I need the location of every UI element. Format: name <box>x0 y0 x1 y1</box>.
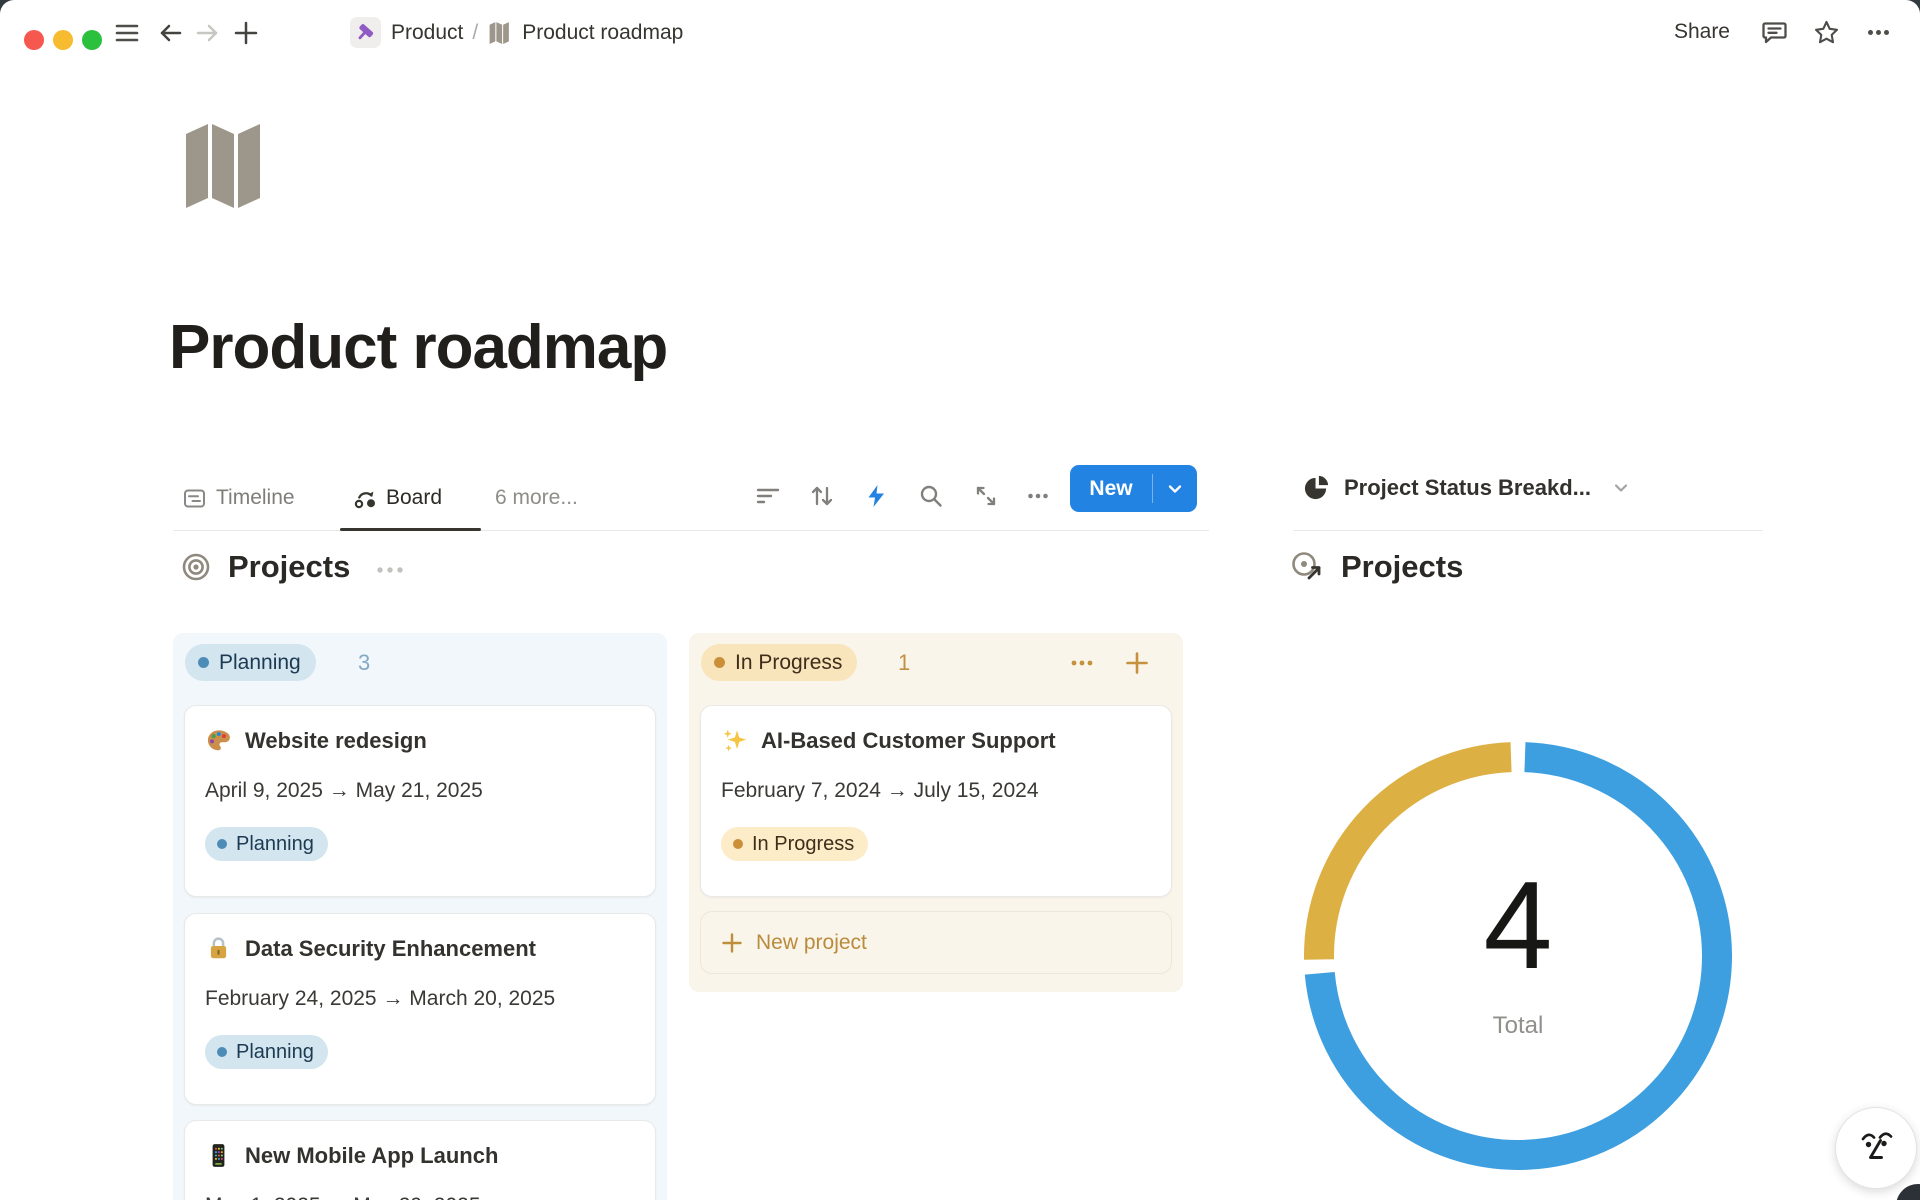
column-planning-count: 3 <box>358 650 370 676</box>
tab-timeline-label: Timeline <box>216 486 295 510</box>
status-tag: In Progress <box>721 827 868 861</box>
card-title: Data Security Enhancement <box>245 936 536 962</box>
card-dates: February 24, 2025 → March 20, 2025 <box>205 987 635 1011</box>
breadcrumb-workspace-label[interactable]: Product <box>391 21 463 45</box>
view-options-ellipsis-icon[interactable] <box>1025 483 1051 509</box>
chart-section-heading: Projects <box>1290 549 1463 585</box>
sidebar-toggle-icon[interactable] <box>114 20 140 46</box>
desktop: Product / Product roadmap Share Product … <box>0 0 1920 1200</box>
section-options-ellipsis-icon[interactable] <box>375 564 409 576</box>
hammer-icon <box>355 22 377 44</box>
new-button[interactable]: New <box>1070 477 1152 501</box>
card-title: New Mobile App Launch <box>245 1143 498 1169</box>
search-icon[interactable] <box>918 483 944 509</box>
breadcrumb-page-label[interactable]: Product roadmap <box>522 21 683 45</box>
column-in-progress-header[interactable]: In Progress <box>701 644 857 681</box>
back-arrow-icon[interactable] <box>158 20 184 46</box>
new-button-group: New <box>1070 465 1197 512</box>
breadcrumb: Product / Product roadmap <box>350 17 683 48</box>
more-options-icon[interactable] <box>1865 19 1892 46</box>
sparkles-icon <box>721 727 748 754</box>
status-tag-label: Planning <box>236 833 314 856</box>
share-button[interactable]: Share <box>1668 17 1736 47</box>
new-project-button[interactable]: New project <box>700 911 1172 974</box>
map-icon <box>487 20 512 45</box>
card-dates: May 1, 2025 → May 29, 2025 <box>205 1194 635 1200</box>
board-section-heading: Projects <box>181 549 409 585</box>
card-new-mobile-app-launch[interactable]: New Mobile App Launch May 1, 2025 → May … <box>184 1120 656 1200</box>
chart-view-title: Project Status Breakd... <box>1344 475 1591 501</box>
expand-icon[interactable] <box>973 483 999 509</box>
chevron-down-icon <box>1166 480 1184 498</box>
close-window-button[interactable] <box>24 30 44 50</box>
card-dates: April 9, 2025 → May 21, 2025 <box>205 779 635 803</box>
mobile-phone-icon <box>205 1142 232 1169</box>
status-tag-label: Planning <box>236 1041 314 1064</box>
board-section-title: Projects <box>228 549 350 585</box>
status-dot <box>217 1047 227 1057</box>
window-controls <box>24 30 102 50</box>
plus-icon <box>721 932 743 954</box>
page-map-icon[interactable] <box>176 116 272 212</box>
lock-icon <box>205 935 232 962</box>
status-dot <box>198 657 209 668</box>
card-ai-based-customer-support[interactable]: AI-Based Customer Support February 7, 20… <box>700 705 1172 897</box>
board-icon <box>353 487 376 510</box>
status-dot <box>714 657 725 668</box>
new-project-label: New project <box>756 931 867 955</box>
new-tab-plus-icon[interactable] <box>233 20 259 46</box>
donut-total-value: 4 <box>1283 852 1753 1001</box>
chevron-down-icon[interactable] <box>1611 478 1631 498</box>
sort-icon[interactable] <box>809 483 835 509</box>
new-button-dropdown[interactable] <box>1153 480 1197 498</box>
target-icon <box>181 552 211 582</box>
tab-board[interactable]: Board <box>353 472 442 524</box>
column-in-progress-count: 1 <box>898 650 910 676</box>
notion-window: Product / Product roadmap Share Product … <box>0 0 1920 1200</box>
column-planning-label: Planning <box>219 651 301 675</box>
card-data-security-enhancement[interactable]: Data Security Enhancement February 24, 2… <box>184 913 656 1105</box>
card-dates: February 7, 2024 → July 15, 2024 <box>721 779 1151 803</box>
more-views-button[interactable]: 6 more... <box>495 472 578 524</box>
page-title[interactable]: Product roadmap <box>169 312 667 383</box>
column-add-card-plus-icon[interactable] <box>1124 650 1150 676</box>
forward-arrow-icon[interactable] <box>194 20 220 46</box>
column-planning-header[interactable]: Planning <box>185 644 316 681</box>
status-tag-label: In Progress <box>752 833 854 856</box>
filter-icon[interactable] <box>755 483 781 509</box>
status-dot <box>217 839 227 849</box>
column-in-progress-label: In Progress <box>735 651 842 675</box>
card-website-redesign[interactable]: Website redesign April 9, 2025 → May 21,… <box>184 705 656 897</box>
cursor-blob <box>1896 1184 1920 1200</box>
pie-chart-icon <box>1303 474 1330 501</box>
panel-divider <box>1293 530 1763 531</box>
tab-board-label: Board <box>386 486 442 510</box>
notion-ai-button[interactable] <box>1835 1107 1917 1189</box>
card-title: Website redesign <box>245 728 427 754</box>
favorite-star-icon[interactable] <box>1813 19 1840 46</box>
chart-section-title: Projects <box>1341 549 1463 585</box>
breadcrumb-separator: / <box>472 21 478 45</box>
comments-icon[interactable] <box>1761 19 1788 46</box>
tab-bar-divider <box>173 530 1209 531</box>
status-tag: Planning <box>205 1035 328 1069</box>
linked-target-icon <box>1290 550 1324 584</box>
breadcrumb-workspace-item[interactable] <box>350 17 381 48</box>
column-options-ellipsis-icon[interactable] <box>1069 650 1095 676</box>
status-tag: Planning <box>205 827 328 861</box>
active-tab-underline <box>340 528 481 531</box>
palette-icon <box>205 727 232 754</box>
ai-face-icon <box>1853 1125 1899 1171</box>
minimize-window-button[interactable] <box>53 30 73 50</box>
card-title: AI-Based Customer Support <box>761 728 1056 754</box>
zoom-window-button[interactable] <box>82 30 102 50</box>
tab-timeline[interactable]: Timeline <box>183 472 295 524</box>
lightning-icon[interactable] <box>863 483 889 509</box>
chart-view-header[interactable]: Project Status Breakd... <box>1303 474 1631 501</box>
status-dot <box>733 839 743 849</box>
donut-total-label: Total <box>1283 1012 1753 1040</box>
timeline-icon <box>183 487 206 510</box>
